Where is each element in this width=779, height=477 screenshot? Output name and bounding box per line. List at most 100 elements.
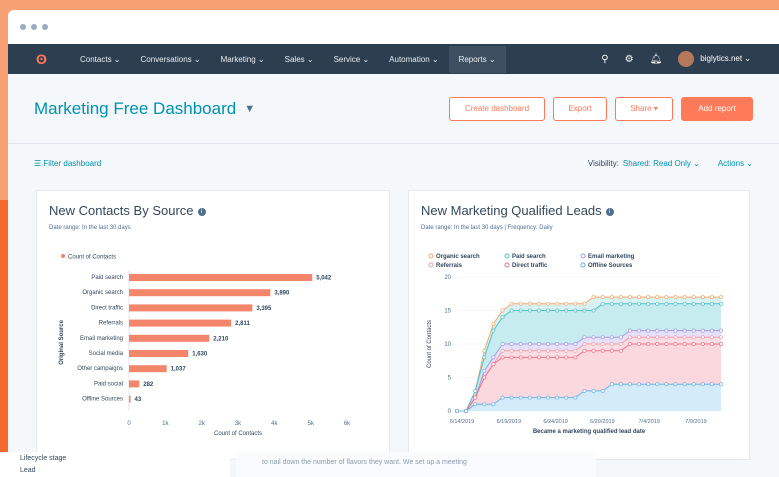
series-point — [500, 315, 505, 320]
series-point — [473, 395, 478, 400]
nav-marketing[interactable]: Marketing ⌄ — [221, 55, 265, 64]
series-point — [655, 382, 660, 387]
series-point — [509, 308, 514, 313]
series-point — [555, 348, 560, 353]
y-tick-label: 15 — [444, 309, 451, 315]
x-axis-label: Count of Contacts — [214, 431, 262, 437]
series-point — [482, 348, 487, 353]
series-point — [455, 409, 459, 413]
x-tick-label: 1k — [162, 421, 169, 427]
series-point — [719, 382, 723, 387]
series-point — [719, 295, 723, 300]
bell-icon[interactable]: 🔔︎ — [650, 54, 663, 65]
x-axis-label: Became a marketing qualified lead date — [533, 429, 646, 435]
series-point — [536, 395, 541, 400]
info-icon[interactable]: i — [605, 207, 614, 216]
bar — [129, 395, 131, 403]
page-title[interactable]: Marketing Free Dashboard — [34, 99, 236, 119]
series-point — [682, 301, 687, 306]
series-point — [700, 301, 705, 306]
series-point — [482, 368, 487, 373]
series-point — [518, 308, 523, 313]
x-tick-label: 5k — [307, 421, 314, 427]
x-tick-label: 6/14/2019 — [450, 419, 474, 425]
series-point — [591, 388, 596, 393]
series-point — [546, 395, 550, 400]
y-axis-label: Original Source — [59, 319, 65, 364]
nav-service[interactable]: Service ⌄ — [334, 55, 370, 64]
window-dot-icon — [20, 24, 26, 30]
category-label: Paid search — [91, 275, 123, 281]
series-point — [518, 348, 523, 353]
actions-dropdown[interactable]: Actions ⌄ — [718, 159, 753, 168]
series-point — [491, 321, 496, 326]
hubspot-logo-icon[interactable]: ʘ — [36, 52, 50, 66]
series-point — [555, 301, 560, 306]
series-point — [536, 308, 541, 313]
series-point — [655, 295, 660, 300]
export-button[interactable]: Export — [553, 96, 607, 121]
series-point — [600, 335, 605, 340]
share-button[interactable]: Share ▾ — [615, 96, 673, 121]
series-point — [527, 348, 532, 353]
x-tick-label: 7/9/2019 — [685, 419, 706, 425]
series-point — [564, 355, 569, 360]
bar-value-label: 3,890 — [274, 291, 290, 297]
add-report-button[interactable]: Add report — [681, 96, 753, 121]
bar-value-label: 43 — [135, 397, 142, 403]
nav-reports[interactable]: Reports ⌄ — [448, 45, 506, 73]
account-name: biglytics.net ⌄ — [700, 54, 751, 64]
bar — [129, 274, 313, 281]
contacts-bar-chart: Count of Contacts Paid search 5,042 Organic… — [59, 254, 351, 437]
gear-icon[interactable]: ⚙ — [625, 54, 634, 65]
series-point — [546, 355, 550, 360]
search-icon[interactable]: ⚲ — [601, 54, 608, 65]
series-point — [700, 295, 705, 300]
nav-automation[interactable]: Automation ⌄ — [389, 55, 438, 64]
series-point — [618, 382, 623, 387]
series-point — [637, 335, 642, 340]
series-point — [609, 342, 614, 346]
window-dot-icon — [42, 24, 48, 30]
series-point — [646, 335, 651, 340]
create-dashboard-button[interactable]: Create dashboard — [449, 96, 545, 121]
nav-conversations[interactable]: Conversations ⌄ — [141, 55, 201, 64]
series-point — [591, 342, 596, 346]
series-point — [664, 328, 669, 333]
series-point — [527, 395, 532, 400]
series-point — [536, 301, 541, 306]
series-point — [482, 402, 487, 407]
visibility-dropdown[interactable]: Shared: Read Only ⌄ — [623, 159, 700, 168]
series-point — [500, 355, 505, 360]
series-point — [682, 335, 687, 340]
card-title-text: New Marketing Qualified Leads — [421, 203, 602, 218]
series-point — [700, 342, 705, 346]
filter-dashboard-link[interactable]: ☰ Filter dashboard — [34, 159, 101, 168]
series-point — [637, 382, 642, 387]
series-point — [573, 355, 578, 360]
bar-value-label: 5,042 — [316, 276, 332, 282]
series-point — [509, 395, 514, 400]
legend-label: Email marketing — [588, 254, 635, 260]
chevron-down-icon[interactable]: ▼ — [244, 103, 255, 115]
series-point — [719, 335, 723, 340]
series-point — [491, 328, 496, 333]
series-point — [536, 355, 541, 360]
info-icon[interactable]: i — [197, 207, 206, 216]
legend-label: Referrals — [436, 263, 463, 269]
x-tick-label: 4k — [271, 421, 278, 427]
nav-contacts[interactable]: Contacts ⌄ — [80, 55, 121, 64]
series-point — [491, 402, 496, 407]
series-point — [509, 355, 514, 360]
account-menu[interactable]: biglytics.net ⌄ — [678, 51, 751, 67]
nav-sales[interactable]: Sales ⌄ — [285, 55, 314, 64]
series-point — [691, 342, 696, 346]
series-point — [600, 348, 605, 353]
bar-value-label: 282 — [143, 382, 154, 388]
series-point — [646, 382, 651, 387]
x-tick-label: 0 — [127, 421, 131, 427]
y-axis-label: Count of Contacts — [427, 320, 433, 368]
series-point — [618, 335, 623, 340]
series-point — [518, 301, 523, 306]
series-point — [628, 328, 632, 333]
